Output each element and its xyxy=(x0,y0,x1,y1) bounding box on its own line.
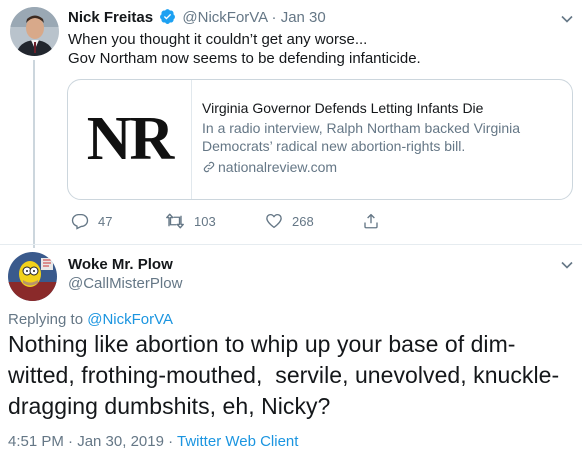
nr-logo: NR xyxy=(86,105,175,173)
replying-to: Replying to @NickForVA xyxy=(8,311,173,329)
tweet-text-line: Nothing like abortion to whip up your ba… xyxy=(8,331,516,357)
author-handle[interactable]: @NickForVA xyxy=(182,9,267,26)
card-description-line: Democrats’ radical new abortion-rights b… xyxy=(202,138,466,154)
thread-connector-line xyxy=(33,60,35,248)
avatar-woke-mr-plow[interactable] xyxy=(8,252,57,301)
share-icon xyxy=(364,213,378,229)
separator-dot: · xyxy=(271,9,277,26)
tweet-timestamp[interactable]: 4:51 PM · Jan 30, 2019 · xyxy=(8,433,173,450)
reply-icon xyxy=(71,213,89,230)
tweet-text: When you thought it couldn’t get any wor… xyxy=(68,30,421,68)
retweet-icon xyxy=(166,213,184,229)
card-description-line: In a radio interview, Ralph Northam back… xyxy=(202,120,521,136)
tweet-text-line: Gov Northam now seems to be defending in… xyxy=(68,50,421,67)
author-name[interactable]: Woke Mr. Plow xyxy=(68,256,173,274)
tweet-text: Nothing like abortion to whip up your ba… xyxy=(8,329,559,422)
chevron-down-icon[interactable] xyxy=(560,258,574,272)
reply-button[interactable]: 47 xyxy=(71,212,112,230)
verified-badge-icon xyxy=(159,8,176,30)
tweet-divider xyxy=(0,244,582,245)
like-count: 268 xyxy=(292,213,314,229)
share-button[interactable] xyxy=(362,212,380,230)
card-domain-text: nationalreview.com xyxy=(218,159,338,175)
like-icon xyxy=(266,213,282,229)
card-body: Virginia Governor Defends Letting Infant… xyxy=(202,99,562,176)
tweet-date[interactable]: Jan 30 xyxy=(281,9,326,26)
retweet-count: 103 xyxy=(194,213,216,229)
like-button[interactable]: 268 xyxy=(265,212,314,230)
tweet-header: Nick Freitas @NickForVA · Jan 30 xyxy=(68,8,326,30)
card-description: In a radio interview, Ralph Northam back… xyxy=(202,119,562,155)
tweet-text-line: witted, frothing-mouthed, servile, unevo… xyxy=(8,362,560,388)
author-handle[interactable]: @CallMisterPlow xyxy=(68,275,182,293)
tweet-meta: 4:51 PM · Jan 30, 2019 · Twitter Web Cli… xyxy=(8,433,298,451)
tweet-text-line: dragging dumbshits, eh, Nicky? xyxy=(8,393,331,419)
retweet-button[interactable]: 103 xyxy=(165,212,216,230)
author-name[interactable]: Nick Freitas xyxy=(68,9,153,26)
replying-to-label: Replying to xyxy=(8,311,84,328)
avatar-nick-freitas[interactable] xyxy=(10,7,59,56)
chevron-down-icon[interactable] xyxy=(560,12,574,26)
tweet-client-link[interactable]: Twitter Web Client xyxy=(177,433,298,450)
card-domain: nationalreview.com xyxy=(202,158,562,176)
card-thumbnail: NR xyxy=(68,80,192,199)
link-preview-card[interactable]: NR Virginia Governor Defends Letting Inf… xyxy=(67,79,573,200)
replying-to-handle-link[interactable]: @NickForVA xyxy=(87,311,173,328)
link-icon xyxy=(203,161,215,173)
tweet-text-line: When you thought it couldn’t get any wor… xyxy=(68,31,368,48)
card-title: Virginia Governor Defends Letting Infant… xyxy=(202,100,484,116)
reply-count: 47 xyxy=(98,213,113,229)
